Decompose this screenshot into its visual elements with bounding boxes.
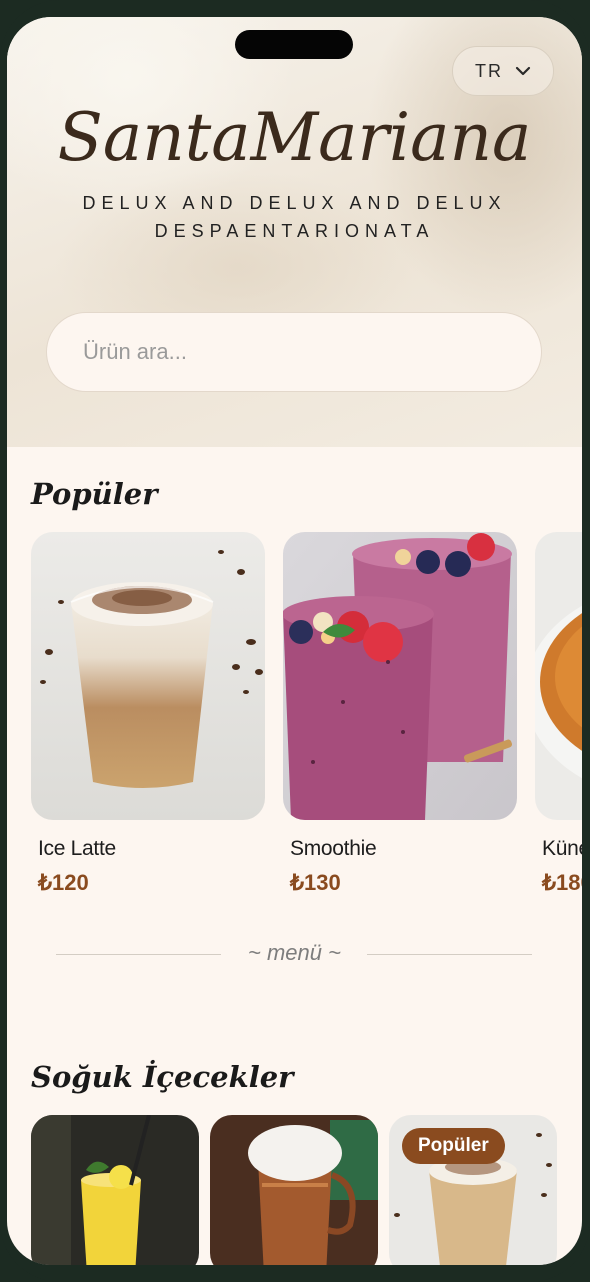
ice-latte-image <box>31 532 265 820</box>
brand-tagline: DELUX AND DELUX AND DELUX DESPAENTARIONA… <box>82 193 507 241</box>
search-bar[interactable] <box>46 312 542 392</box>
popular-item-smoothie[interactable]: Smoothie ₺130 <box>283 532 517 895</box>
cold-drinks-section-title: Soğuk İçecekler <box>31 1060 294 1094</box>
kunefe-image <box>535 532 582 820</box>
cold-drink-card[interactable]: Popüler <box>389 1115 557 1265</box>
language-label: TR <box>475 60 503 81</box>
popular-item-name: Smoothie <box>290 837 377 860</box>
popular-badge: Popüler <box>402 1128 505 1164</box>
cold-drink-card[interactable] <box>210 1115 378 1265</box>
popular-section-title: Popüler <box>31 477 158 511</box>
ayran-image <box>210 1115 378 1265</box>
popular-item-price: ₺180 <box>542 870 582 895</box>
hero-header: TR SantaMariana DELUX AND DELUX AND DELU… <box>7 17 582 447</box>
lemonade-image <box>31 1115 199 1265</box>
popular-item-price: ₺130 <box>290 870 341 895</box>
menu-divider-label: ~ menü ~ <box>248 940 341 965</box>
popular-item-name: Künefe <box>542 837 582 860</box>
popular-item-name: Ice Latte <box>38 837 116 860</box>
popular-item-price: ₺120 <box>38 870 89 895</box>
popular-item-ice-latte[interactable]: Ice Latte ₺120 <box>31 532 265 895</box>
app-screen: TR SantaMariana DELUX AND DELUX AND DELU… <box>7 17 582 1265</box>
cold-drink-card[interactable] <box>31 1115 199 1265</box>
phone-frame: TR SantaMariana DELUX AND DELUX AND DELU… <box>0 0 590 1282</box>
smoothie-image <box>283 532 517 820</box>
chevron-down-icon <box>515 66 531 76</box>
language-selector[interactable]: TR <box>452 46 554 96</box>
search-input[interactable] <box>83 339 503 365</box>
brand-logo: SantaMariana <box>57 99 532 176</box>
menu-divider-right <box>367 954 532 955</box>
dynamic-island <box>235 30 353 59</box>
popular-item-kunefe[interactable]: Künefe ₺180 <box>535 532 582 895</box>
menu-divider-left <box>56 954 221 955</box>
